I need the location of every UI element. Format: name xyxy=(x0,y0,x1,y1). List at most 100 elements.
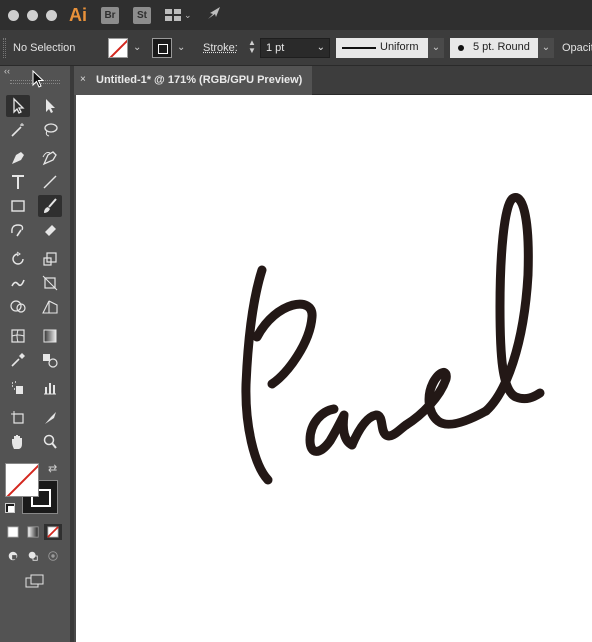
warp-tool[interactable] xyxy=(6,272,30,294)
zoom-magnifier-icon xyxy=(43,434,57,449)
document-tab[interactable]: × Untitled-1* @ 171% (RGB/GPU Preview) xyxy=(74,66,312,95)
stroke-dropdown-icon[interactable]: ⌄ xyxy=(177,42,185,53)
opacity-link[interactable]: Opacity xyxy=(562,42,592,54)
free-transform-icon xyxy=(42,275,58,291)
shape-builder-tool[interactable] xyxy=(6,296,30,318)
perspective-grid-tool[interactable] xyxy=(38,296,62,318)
profile-dropdown-icon[interactable]: ⌄ xyxy=(428,38,444,58)
gpu-performance-icon[interactable] xyxy=(206,5,224,25)
fill-swatch[interactable] xyxy=(108,38,128,58)
slice-tool[interactable] xyxy=(38,407,62,429)
color-mode-button[interactable] xyxy=(4,524,22,540)
magic-wand-tool[interactable] xyxy=(6,119,30,141)
eyedropper-tool[interactable] xyxy=(6,349,30,371)
selection-tool[interactable] xyxy=(6,95,30,117)
rectangle-tool[interactable] xyxy=(6,195,30,217)
shape-builder-icon xyxy=(10,300,26,313)
gradient-icon xyxy=(43,329,57,343)
direct-selection-tool[interactable] xyxy=(38,95,62,117)
draw-behind-icon xyxy=(28,551,38,561)
gradient-tool[interactable] xyxy=(38,325,62,347)
close-window-button[interactable] xyxy=(8,9,19,21)
lasso-icon xyxy=(44,123,58,137)
eraser-tool[interactable] xyxy=(38,219,62,241)
fill-color-swatch[interactable] xyxy=(5,463,39,497)
paintbrush-tool[interactable] xyxy=(38,195,62,217)
artboard-tool[interactable] xyxy=(6,407,30,429)
column-graph-tool[interactable] xyxy=(38,377,62,399)
perspective-grid-icon xyxy=(42,300,58,314)
column-graph-icon xyxy=(44,383,56,395)
curvature-tool[interactable] xyxy=(38,147,62,169)
brush-dot-icon xyxy=(458,45,464,51)
blend-tool[interactable] xyxy=(38,349,62,371)
stroke-weight-value: 1 pt xyxy=(266,42,285,54)
minimize-window-button[interactable] xyxy=(27,9,38,21)
stock-button[interactable]: St xyxy=(133,6,151,24)
shaper-tool[interactable] xyxy=(6,219,30,241)
zoom-window-button[interactable] xyxy=(46,9,57,21)
brush-definition-select[interactable]: 5 pt. Round xyxy=(450,38,538,58)
rotate-tool[interactable] xyxy=(6,248,30,270)
free-transform-tool[interactable] xyxy=(38,272,62,294)
selection-status: No Selection xyxy=(13,42,76,54)
draw-inside-button[interactable] xyxy=(44,548,62,564)
eraser-icon xyxy=(45,225,56,236)
stroke-swatch[interactable] xyxy=(152,38,172,58)
stroke-weight-field[interactable]: 1 pt ⌄ xyxy=(260,38,330,58)
rectangle-icon xyxy=(11,200,25,212)
pen-tool[interactable] xyxy=(6,147,30,169)
symbol-sprayer-tool[interactable] xyxy=(6,377,30,399)
mouse-cursor-icon xyxy=(32,70,45,88)
illustrator-logo: Ai xyxy=(69,4,87,25)
window-controls xyxy=(8,9,57,21)
scale-icon xyxy=(43,252,57,266)
zoom-tool[interactable] xyxy=(38,431,62,453)
gradient-mode-button[interactable] xyxy=(24,524,42,540)
application-bar: Ai Br St ⌄ xyxy=(0,0,592,30)
panel-grip[interactable] xyxy=(3,38,6,58)
type-t-icon xyxy=(12,175,24,189)
hand-tool[interactable] xyxy=(6,431,30,453)
profile-label: Uniform xyxy=(380,41,419,53)
brush-label: 5 pt. Round xyxy=(473,41,530,53)
stroke-panel-link[interactable]: Stroke: xyxy=(203,42,238,54)
bridge-button[interactable]: Br xyxy=(101,6,119,24)
swap-fill-stroke-icon[interactable]: ⇄ xyxy=(48,462,57,475)
stroke-weight-stepper[interactable]: ▲ ▼ xyxy=(246,39,258,57)
screen-mode-icon xyxy=(25,574,44,588)
blend-icon xyxy=(43,354,58,368)
draw-normal-button[interactable] xyxy=(4,548,22,564)
none-mode-button[interactable] xyxy=(44,524,62,540)
draw-behind-button[interactable] xyxy=(24,548,42,564)
shaper-icon xyxy=(11,224,24,237)
default-fill-stroke-icon[interactable] xyxy=(5,503,15,513)
handwritten-path-artwork[interactable] xyxy=(76,95,592,642)
pen-nib-icon xyxy=(12,152,24,164)
artboard-canvas[interactable] xyxy=(74,95,592,642)
brush-dropdown-icon[interactable]: ⌄ xyxy=(538,38,554,58)
change-screen-mode-button[interactable] xyxy=(22,572,48,590)
line-segment-icon xyxy=(43,175,57,189)
document-tab-title: Untitled-1* @ 171% (RGB/GPU Preview) xyxy=(96,74,303,86)
mesh-tool[interactable] xyxy=(6,325,30,347)
curvature-pen-icon xyxy=(42,151,57,166)
symbol-sprayer-icon xyxy=(12,381,23,394)
selection-arrow-icon xyxy=(13,97,25,114)
scale-tool[interactable] xyxy=(38,248,62,270)
chevron-down-icon: ⌄ xyxy=(184,9,192,20)
arrange-documents-button[interactable]: ⌄ xyxy=(165,9,192,21)
lasso-tool[interactable] xyxy=(38,119,62,141)
artboard-icon xyxy=(11,411,24,424)
collapse-panel-icon[interactable]: ‹‹ xyxy=(4,66,10,76)
tools-panel: ‹‹ ⇄ xyxy=(0,66,70,642)
variable-width-profile-select[interactable]: Uniform xyxy=(336,38,428,58)
line-segment-tool[interactable] xyxy=(38,171,62,193)
color-square-icon xyxy=(7,526,19,538)
hand-icon xyxy=(12,435,22,449)
warp-icon xyxy=(11,279,25,287)
draw-inside-icon xyxy=(48,551,58,561)
close-tab-icon[interactable]: × xyxy=(80,74,86,85)
fill-dropdown-icon[interactable]: ⌄ xyxy=(133,42,141,53)
type-tool[interactable] xyxy=(6,171,30,193)
